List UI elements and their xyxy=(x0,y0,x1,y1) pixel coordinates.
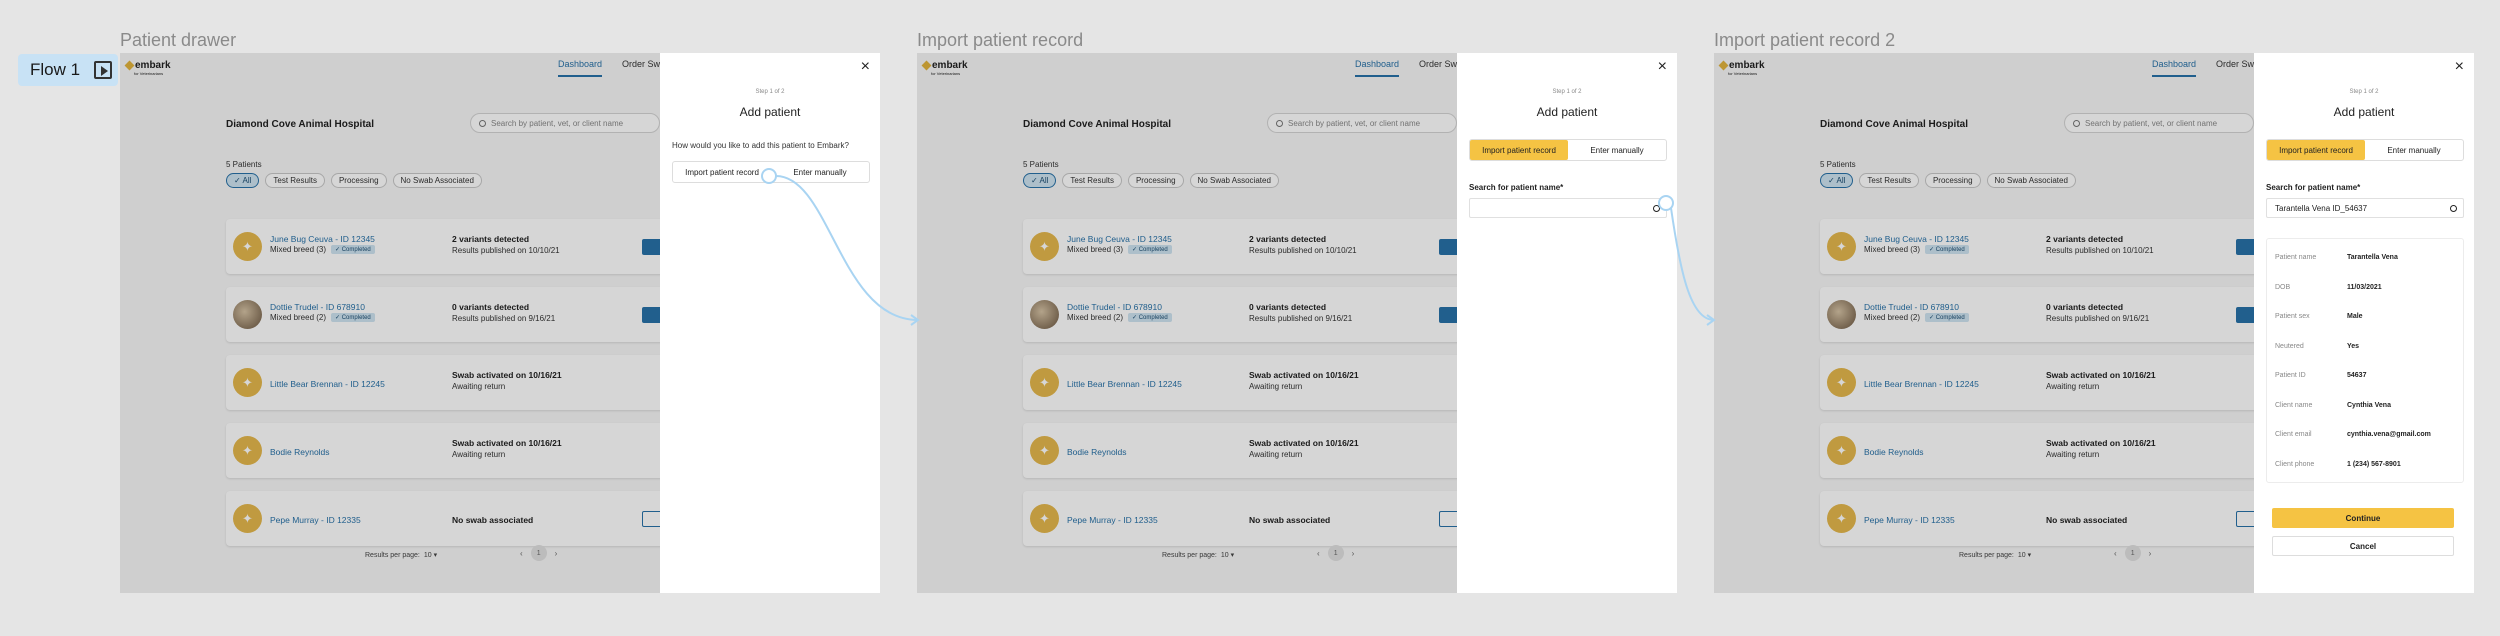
option-enter-manually[interactable]: Enter manually xyxy=(2365,140,2463,160)
search-icon xyxy=(2450,204,2457,212)
detail-row: Patient sex Male xyxy=(2275,313,2363,320)
detail-value: 1 (234) 567-8901 xyxy=(2347,460,2401,468)
frame-title-3: Import patient record 2 xyxy=(1714,30,1896,50)
add-method-toggle: Import patient record Enter manually xyxy=(672,161,870,183)
add-method-question: How would you like to add this patient t… xyxy=(672,141,849,150)
step-indicator: Step 1 of 2 xyxy=(2349,89,2379,95)
search-patient-input[interactable] xyxy=(1469,198,1667,218)
search-patient-value: Tarantella Vena ID_54637 xyxy=(2275,203,2368,213)
option-import-record[interactable]: Import patient record xyxy=(1470,140,1568,160)
add-method-toggle: Import patient record Enter manually xyxy=(1469,139,1667,161)
modal-overlay[interactable] xyxy=(917,53,1457,593)
continue-button[interactable]: Continue xyxy=(2272,508,2454,528)
detail-key: Client name xyxy=(2275,401,2313,409)
close-icon[interactable]: × xyxy=(861,58,870,76)
add-method-toggle: Import patient record Enter manually xyxy=(2266,139,2464,161)
frame-patient-drawer: embark for Veterinarians Dashboard Order Sw… xyxy=(120,53,880,593)
search-patient-input[interactable]: Tarantella Vena ID_54637 xyxy=(2266,198,2464,218)
detail-key: Patient sex xyxy=(2275,313,2310,320)
add-patient-drawer: × Step 1 of 2 Add patient Import patient re… xyxy=(2254,53,2474,593)
detail-row: Neutered Yes xyxy=(2275,343,2359,350)
detail-value: 54637 xyxy=(2347,372,2367,379)
search-icon xyxy=(1653,204,1660,212)
detail-value: Cynthia Vena xyxy=(2347,401,2391,409)
modal-overlay[interactable] xyxy=(120,53,660,593)
detail-row: Client name Cynthia Vena xyxy=(2275,402,2391,409)
option-enter-manually[interactable]: Enter manually xyxy=(1568,140,1666,160)
play-icon xyxy=(94,61,113,79)
detail-key: Patient name xyxy=(2275,254,2317,261)
drawer-title: Add patient xyxy=(739,105,801,119)
detail-key: Client email xyxy=(2275,431,2312,438)
detail-row: Client email cynthia.vena@gmail.com xyxy=(2275,431,2431,438)
detail-row: Patient name Tarantella Vena xyxy=(2275,254,2398,261)
step-indicator: Step 1 of 2 xyxy=(755,89,785,95)
patient-record-details: Patient name Tarantella Vena DOB 11/03/2021… xyxy=(2266,238,2464,483)
modal-overlay[interactable] xyxy=(1714,53,2254,593)
option-enter-manually[interactable]: Enter manually xyxy=(771,162,869,182)
flow-label: Flow 1 xyxy=(30,60,81,79)
flow-start-tag[interactable]: Flow 1 xyxy=(18,54,118,86)
frame-import-patient-record-2: embark for Veterinarians Dashboard Order Sw… xyxy=(1714,53,2474,593)
detail-row: Patient ID 54637 xyxy=(2275,372,2366,379)
option-import-record[interactable]: Import patient record xyxy=(2267,140,2365,160)
detail-value: cynthia.vena@gmail.com xyxy=(2347,431,2431,438)
detail-row: DOB 11/03/2021 xyxy=(2275,284,2382,291)
cancel-button[interactable]: Cancel xyxy=(2272,536,2454,556)
step-indicator: Step 1 of 2 xyxy=(1552,89,1582,95)
frame-import-patient-record: embark for Veterinarians Dashboard Order Sw… xyxy=(917,53,1677,593)
close-icon[interactable]: × xyxy=(1658,58,1667,76)
detail-value: Male xyxy=(2347,313,2363,320)
detail-key: DOB xyxy=(2275,283,2291,291)
add-patient-drawer: × Step 1 of 2 Add patient How would you lik… xyxy=(660,53,880,593)
frame-title-1: Patient drawer xyxy=(120,30,237,50)
detail-value: Tarantella Vena xyxy=(2347,254,2398,261)
detail-key: Neutered xyxy=(2275,342,2304,350)
drawer-title: Add patient xyxy=(2333,105,2395,119)
detail-value: 11/03/2021 xyxy=(2347,283,2382,291)
close-icon[interactable]: × xyxy=(2455,58,2464,76)
detail-value: Yes xyxy=(2347,342,2360,350)
drawer-title: Add patient xyxy=(1536,105,1598,119)
search-patient-label: Search for patient name* xyxy=(1469,183,1564,192)
frame-title-2: Import patient record xyxy=(917,30,1084,50)
detail-key: Patient ID xyxy=(2275,372,2306,379)
connector-arrow-2 xyxy=(1706,314,1716,326)
detail-key: Client phone xyxy=(2275,460,2315,468)
option-import-record[interactable]: Import patient record xyxy=(673,162,771,182)
add-patient-drawer: × Step 1 of 2 Add patient Import patient re… xyxy=(1457,53,1677,593)
connector-path-2 xyxy=(1670,207,1715,321)
detail-row: Client phone 1 (234) 567-8901 xyxy=(2275,461,2401,468)
search-patient-label: Search for patient name* xyxy=(2266,183,2361,192)
